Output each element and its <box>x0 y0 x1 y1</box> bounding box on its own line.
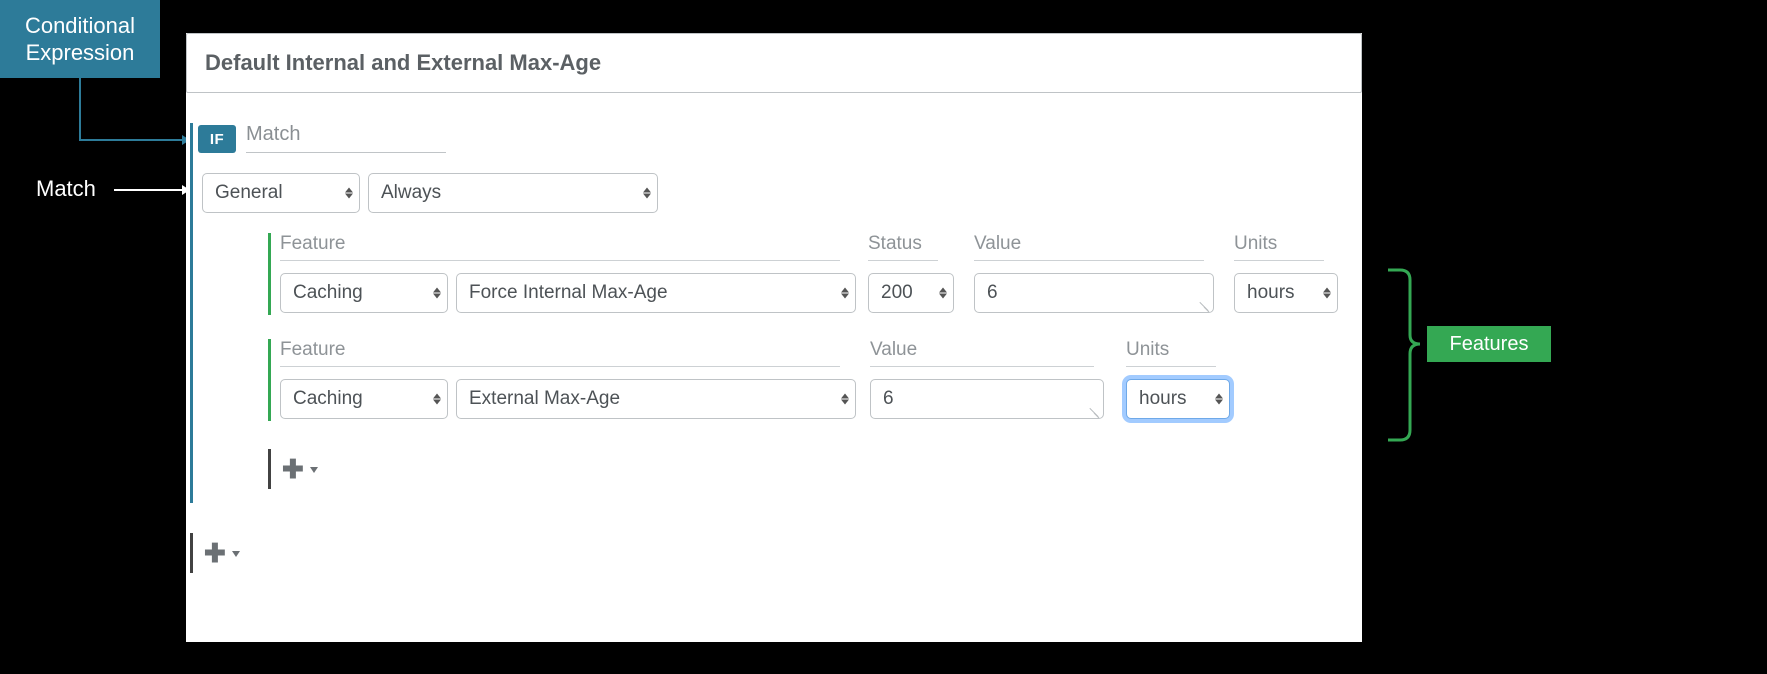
select-value: Caching <box>293 388 363 410</box>
rule-editor-panel: Default Internal and External Max-Age IF… <box>186 33 1362 642</box>
value-label: Value <box>974 233 1204 261</box>
plus-icon: ✚ <box>282 456 304 482</box>
match-category-select[interactable]: General <box>202 173 360 213</box>
rule-title-text: Default Internal and External Max-Age <box>205 50 601 76</box>
feature-units-select[interactable]: hours <box>1126 379 1230 419</box>
feature-value-input[interactable]: 6 <box>974 273 1214 313</box>
select-value: 200 <box>881 282 913 304</box>
callout-conditional-expression: Conditional Expression <box>0 0 160 78</box>
resize-handle-icon <box>1090 406 1100 416</box>
feature-category-select[interactable]: Caching <box>280 379 448 419</box>
callout-text: Conditional <box>25 12 135 40</box>
feature-name-select[interactable]: Force Internal Max-Age <box>456 273 856 313</box>
feature-label: Feature <box>280 233 840 261</box>
feature-label: Feature <box>280 339 840 367</box>
if-block-bar <box>190 123 193 503</box>
chevron-updown-icon <box>841 288 849 299</box>
add-feature-button[interactable]: ✚ <box>282 453 322 485</box>
select-value: General <box>215 182 283 204</box>
plus-icon: ✚ <box>204 540 226 566</box>
chevron-updown-icon <box>643 188 651 199</box>
select-value: Caching <box>293 282 363 304</box>
select-value: hours <box>1247 282 1295 304</box>
chevron-updown-icon <box>345 188 353 199</box>
add-row-bar <box>268 449 271 489</box>
select-value: External Max-Age <box>469 388 620 410</box>
select-value: Force Internal Max-Age <box>469 282 668 304</box>
chevron-down-icon <box>310 467 318 473</box>
chevron-updown-icon <box>939 288 947 299</box>
feature-value-input[interactable]: 6 <box>870 379 1104 419</box>
feature-category-select[interactable]: Caching <box>280 273 448 313</box>
add-condition-button[interactable]: ✚ <box>204 537 244 569</box>
select-value: hours <box>1139 388 1187 410</box>
feature-row-bar <box>268 339 271 421</box>
add-row-bar <box>190 533 193 573</box>
match-section-label: Match <box>246 123 446 153</box>
callout-match: Match <box>36 176 96 202</box>
callout-text: Expression <box>26 39 135 67</box>
chevron-updown-icon <box>1323 288 1331 299</box>
resize-handle-icon <box>1200 300 1210 310</box>
callout-features: Features <box>1427 326 1551 362</box>
status-label: Status <box>868 233 938 261</box>
chevron-updown-icon <box>433 394 441 405</box>
chevron-down-icon <box>232 551 240 557</box>
select-value: Always <box>381 182 441 204</box>
feature-units-select[interactable]: hours <box>1234 273 1338 313</box>
rule-title-input[interactable]: Default Internal and External Max-Age <box>186 33 1362 93</box>
match-condition-select[interactable]: Always <box>368 173 658 213</box>
feature-name-select[interactable]: External Max-Age <box>456 379 856 419</box>
if-badge: IF <box>198 125 236 153</box>
feature-row-bar <box>268 233 271 315</box>
units-label: Units <box>1126 339 1216 367</box>
chevron-updown-icon <box>433 288 441 299</box>
chevron-updown-icon <box>1215 394 1223 405</box>
value-label: Value <box>870 339 1094 367</box>
chevron-updown-icon <box>841 394 849 405</box>
input-value: 6 <box>883 388 894 410</box>
input-value: 6 <box>987 282 998 304</box>
units-label: Units <box>1234 233 1324 261</box>
feature-status-select[interactable]: 200 <box>868 273 954 313</box>
